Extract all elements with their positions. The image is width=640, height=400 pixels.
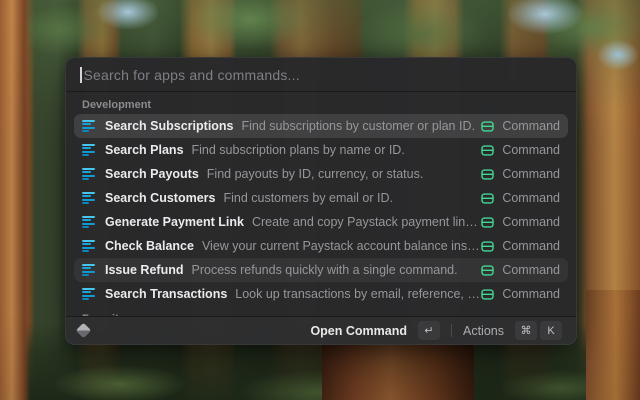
open-command-button[interactable]: Open Command	[310, 324, 407, 338]
search-input[interactable]: Search for apps and commands...	[84, 67, 300, 83]
command-title: Search Customers	[105, 191, 215, 205]
command-type-label: Command	[502, 167, 560, 181]
command-list-item[interactable]: Search Transactions Look up transactions…	[74, 282, 568, 306]
return-key-icon: ↵	[418, 321, 440, 340]
command-type-icon	[481, 288, 494, 301]
command-subtitle: Create and copy Paystack payment link in…	[252, 215, 481, 229]
command-list[interactable]: Development Search Subscriptions Find su…	[66, 92, 576, 316]
command-subtitle: Look up transactions by email, reference…	[235, 287, 481, 301]
command-palette: Search for apps and commands... Developm…	[65, 57, 577, 345]
cmd-key-icon: ⌘	[515, 321, 537, 340]
command-title: Search Subscriptions	[105, 119, 234, 133]
command-list-item[interactable]: Issue Refund Process refunds quickly wit…	[74, 258, 568, 282]
command-type-icon	[481, 144, 494, 157]
command-title: Check Balance	[105, 239, 194, 253]
command-list-item[interactable]: Search Payouts Find payouts by ID, curre…	[74, 162, 568, 186]
paystack-extension-icon	[82, 144, 95, 157]
palette-footer: Open Command ↵ Actions ⌘ K	[66, 316, 576, 344]
command-type-icon	[481, 216, 494, 229]
command-type-icon	[481, 264, 494, 277]
section-header: Favorites	[74, 306, 568, 316]
command-list-item[interactable]: Check Balance View your current Paystack…	[74, 234, 568, 258]
command-type-icon	[481, 120, 494, 133]
raycast-logo-icon	[76, 323, 92, 339]
command-type-label: Command	[502, 119, 560, 133]
paystack-extension-icon	[82, 120, 95, 133]
footer-divider	[451, 324, 452, 337]
command-title: Search Plans	[105, 143, 184, 157]
command-subtitle: Find customers by email or ID.	[223, 191, 393, 205]
paystack-extension-icon	[82, 192, 95, 205]
paystack-extension-icon	[82, 288, 95, 301]
command-list-item[interactable]: Search Plans Find subscription plans by …	[74, 138, 568, 162]
command-subtitle: View your current Paystack account balan…	[202, 239, 481, 253]
command-type-icon	[481, 168, 494, 181]
command-list-item[interactable]: Search Subscriptions Find subscriptions …	[74, 114, 568, 138]
paystack-extension-icon	[82, 168, 95, 181]
command-list-item[interactable]: Generate Payment Link Create and copy Pa…	[74, 210, 568, 234]
command-subtitle: Find subscriptions by customer or plan I…	[242, 119, 475, 133]
command-type-label: Command	[502, 239, 560, 253]
command-title: Generate Payment Link	[105, 215, 244, 229]
command-type-label: Command	[502, 143, 560, 157]
actions-button[interactable]: Actions	[463, 324, 504, 338]
section-header: Development	[74, 92, 568, 114]
command-type-label: Command	[502, 215, 560, 229]
k-key-icon: K	[540, 321, 562, 340]
command-type-icon	[481, 240, 494, 253]
paystack-extension-icon	[82, 240, 95, 253]
command-type-label: Command	[502, 191, 560, 205]
command-type-icon	[481, 192, 494, 205]
command-subtitle: Find subscription plans by name or ID.	[192, 143, 405, 157]
command-list-item[interactable]: Search Customers Find customers by email…	[74, 186, 568, 210]
paystack-extension-icon	[82, 216, 95, 229]
search-bar[interactable]: Search for apps and commands...	[66, 58, 576, 92]
command-subtitle: Process refunds quickly with a single co…	[192, 263, 458, 277]
command-subtitle: Find payouts by ID, currency, or status.	[207, 167, 424, 181]
command-title: Issue Refund	[105, 263, 184, 277]
command-title: Search Payouts	[105, 167, 199, 181]
paystack-extension-icon	[82, 264, 95, 277]
text-cursor	[80, 67, 82, 83]
command-type-label: Command	[502, 287, 560, 301]
command-type-label: Command	[502, 263, 560, 277]
command-title: Search Transactions	[105, 287, 227, 301]
